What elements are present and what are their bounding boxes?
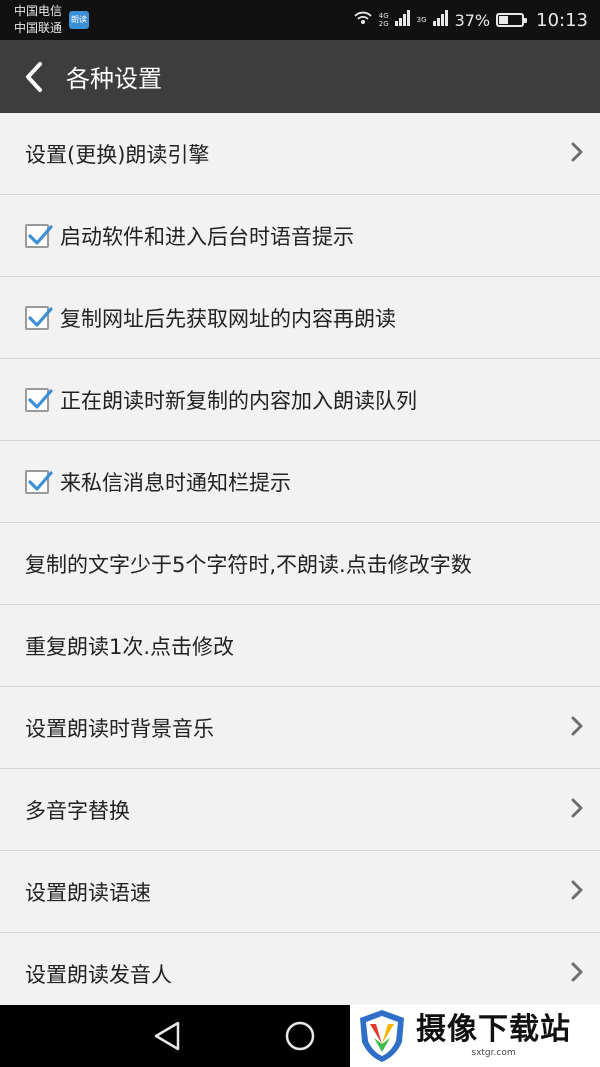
status-icons: 4G 2G 3G 37% 10:13 xyxy=(353,0,588,40)
sim2-network-type: 3G xyxy=(416,16,427,24)
back-button[interactable] xyxy=(6,40,62,113)
chevron-right-icon xyxy=(570,715,584,741)
settings-row[interactable]: 设置(更换)朗读引擎 xyxy=(0,113,600,195)
carrier-2: 中国联通 xyxy=(14,21,63,35)
setting-label: 设置朗读语速 xyxy=(25,880,151,905)
sim1-net-top: 4G xyxy=(378,12,389,20)
checkmark-icon xyxy=(28,306,53,327)
settings-row[interactable]: 设置朗读时背景音乐 xyxy=(0,687,600,769)
chevron-right-icon xyxy=(570,141,584,167)
battery-level xyxy=(499,16,508,24)
setting-label: 正在朗读时新复制的内容加入朗读队列 xyxy=(60,388,417,413)
status-bar: 中国电信 中国联通 朗读 4G 2G 3G 37% 10:13 xyxy=(0,0,600,40)
triangle-back-icon[interactable] xyxy=(152,1020,182,1056)
carrier-info: 中国电信 中国联通 xyxy=(14,3,62,37)
setting-checkbox[interactable] xyxy=(25,387,53,412)
signal-icon xyxy=(432,10,449,30)
settings-row[interactable]: 正在朗读时新复制的内容加入朗读队列 xyxy=(0,359,600,441)
setting-label: 设置朗读发音人 xyxy=(25,962,172,987)
sim1-net-bottom: 2G xyxy=(378,20,389,28)
chevron-right-icon xyxy=(570,797,584,823)
setting-label: 来私信消息时通知栏提示 xyxy=(60,470,291,495)
settings-row[interactable]: 多音字替换 xyxy=(0,769,600,851)
settings-row[interactable]: 来私信消息时通知栏提示 xyxy=(0,441,600,523)
settings-row[interactable]: 设置朗读发音人 xyxy=(0,933,600,1015)
setting-checkbox[interactable] xyxy=(25,223,53,248)
watermark: 摄像下载站 sxtgr.com xyxy=(350,1005,600,1067)
setting-checkbox[interactable] xyxy=(25,305,53,330)
settings-row[interactable]: 设置朗读语速 xyxy=(0,851,600,933)
setting-label: 复制的文字少于5个字符时,不朗读.点击修改字数 xyxy=(25,552,472,577)
setting-label: 设置朗读时背景音乐 xyxy=(25,716,214,741)
sim1-network-type: 4G 2G xyxy=(379,12,389,28)
battery-percent: 37% xyxy=(454,10,491,30)
settings-row[interactable]: 启动软件和进入后台时语音提示 xyxy=(0,195,600,277)
setting-label: 设置(更换)朗读引擎 xyxy=(25,142,210,167)
app-notification-icon: 朗读 xyxy=(69,11,89,29)
setting-label: 启动软件和进入后台时语音提示 xyxy=(60,224,354,249)
page-title: 各种设置 xyxy=(66,65,162,93)
battery-icon xyxy=(496,13,528,27)
settings-list: 设置(更换)朗读引擎启动软件和进入后台时语音提示复制网址后先获取网址的内容再朗读… xyxy=(0,113,600,1015)
settings-row[interactable]: 复制的文字少于5个字符时,不朗读.点击修改字数 xyxy=(0,523,600,605)
action-bar: 各种设置 xyxy=(0,40,600,113)
chevron-right-icon xyxy=(570,961,584,987)
settings-row[interactable]: 复制网址后先获取网址的内容再朗读 xyxy=(0,277,600,359)
setting-label: 复制网址后先获取网址的内容再朗读 xyxy=(60,306,396,331)
carrier-1: 中国电信 xyxy=(14,4,63,18)
checkmark-icon xyxy=(28,224,53,245)
setting-label: 多音字替换 xyxy=(25,798,130,823)
watermark-text: 摄像下载站 sxtgr.com xyxy=(416,1013,571,1059)
setting-label: 重复朗读1次.点击修改 xyxy=(25,634,235,659)
watermark-url: sxtgr.com xyxy=(471,1048,516,1058)
settings-row[interactable]: 重复朗读1次.点击修改 xyxy=(0,605,600,687)
checkmark-icon xyxy=(28,388,53,409)
checkmark-icon xyxy=(28,470,53,491)
watermark-logo-icon xyxy=(360,1010,404,1062)
screen: 中国电信 中国联通 朗读 4G 2G 3G 37% 10:13 各种设置 设置(… xyxy=(0,0,600,1067)
watermark-title: 摄像下载站 xyxy=(416,1012,571,1047)
chevron-right-icon xyxy=(570,879,584,905)
wifi-hotspot-icon xyxy=(353,10,373,30)
setting-checkbox[interactable] xyxy=(25,469,53,494)
clock: 10:13 xyxy=(536,9,588,31)
signal-icon xyxy=(394,10,411,30)
circle-home-icon[interactable] xyxy=(284,1020,316,1056)
chevron-left-icon xyxy=(26,61,42,92)
